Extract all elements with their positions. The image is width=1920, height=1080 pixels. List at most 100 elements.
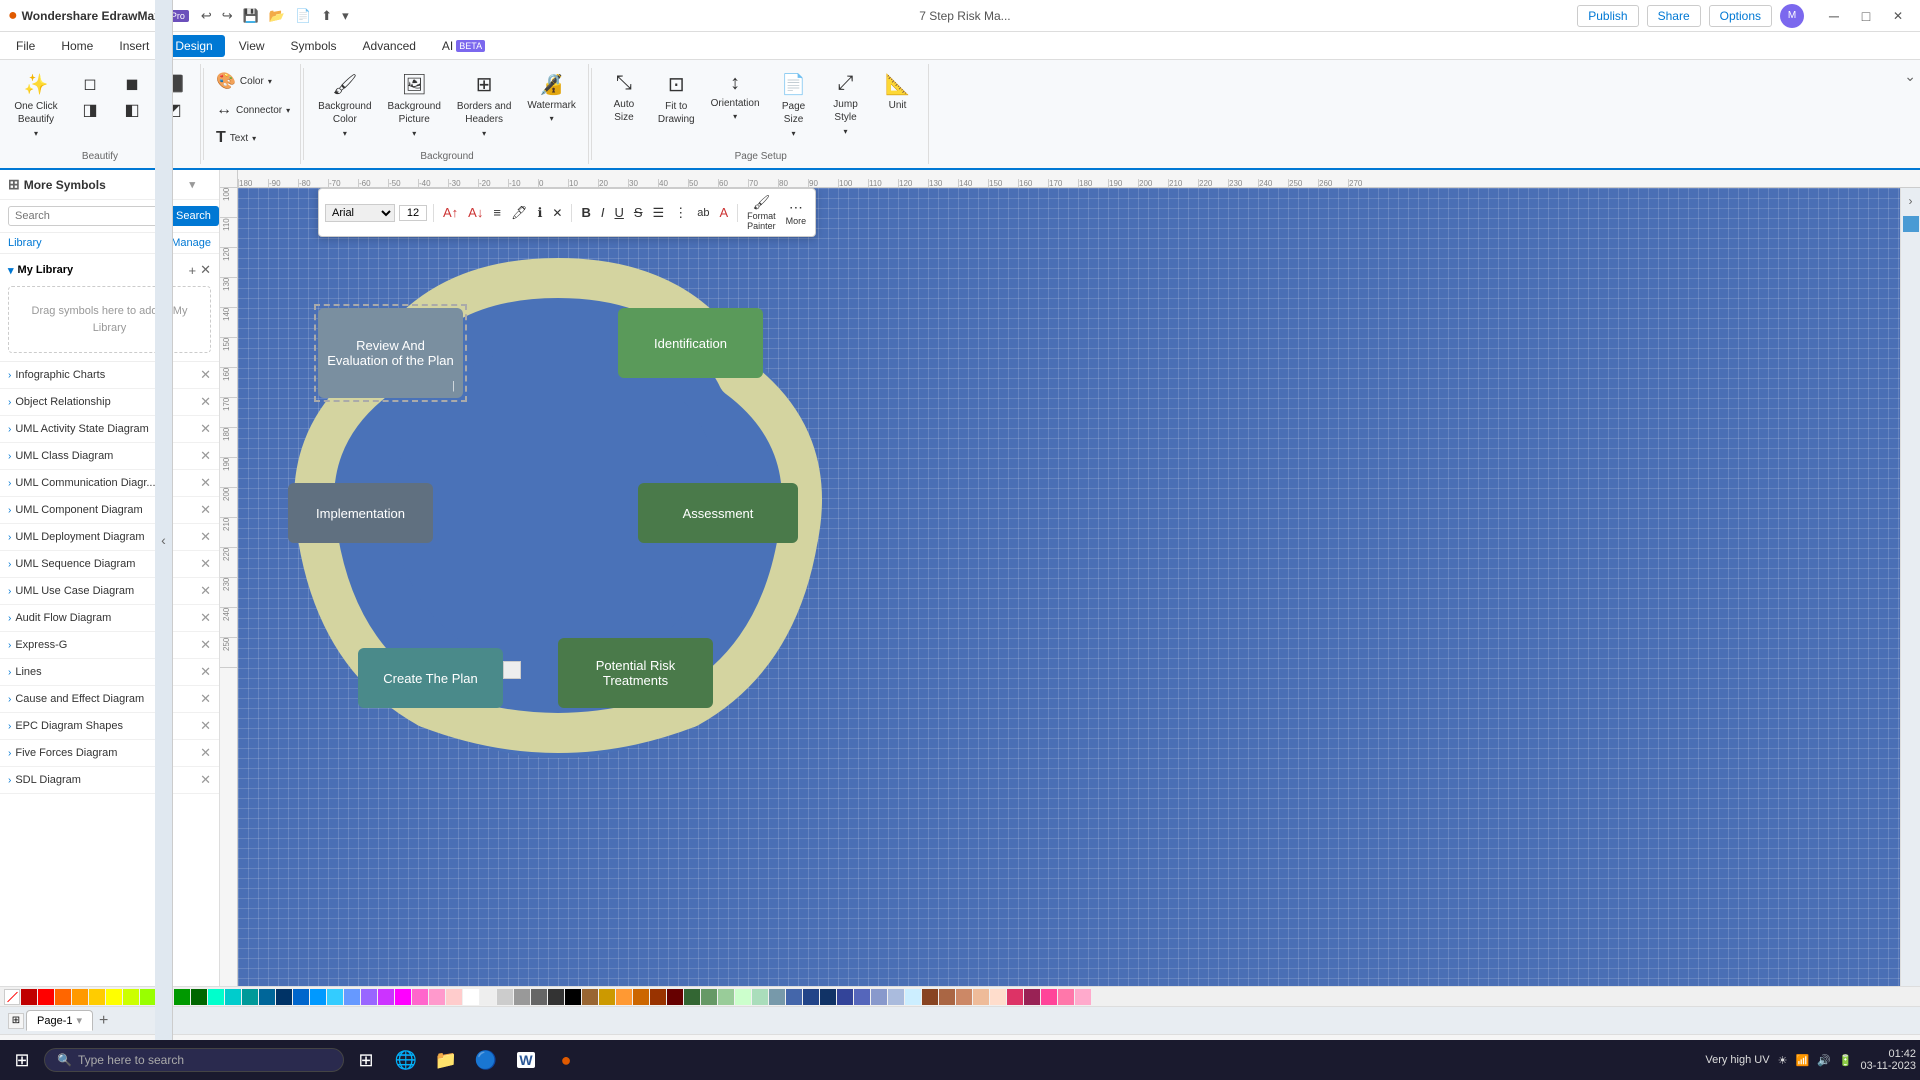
color-swatch[interactable] bbox=[616, 989, 632, 1005]
close-item-btn[interactable]: ✕ bbox=[200, 637, 211, 653]
shape-create-plan[interactable]: Create The Plan bbox=[358, 648, 503, 708]
list-item[interactable]: ›Express-G ✕ bbox=[0, 632, 219, 659]
background-color-button[interactable]: 🖌 BackgroundColor ▾ bbox=[312, 68, 377, 142]
publish-button[interactable]: Publish bbox=[1577, 5, 1638, 27]
open-button[interactable]: 📂 bbox=[265, 6, 289, 26]
color-swatch[interactable] bbox=[837, 989, 853, 1005]
close-button[interactable]: ✕ bbox=[1884, 6, 1912, 26]
my-lib-close-btn[interactable]: ✕ bbox=[200, 262, 211, 278]
color-swatch[interactable] bbox=[735, 989, 751, 1005]
my-lib-add-btn[interactable]: + bbox=[189, 262, 197, 278]
list-item[interactable]: ›UML Class Diagram ✕ bbox=[0, 443, 219, 470]
menu-insert[interactable]: Insert bbox=[107, 35, 161, 57]
one-click-beautify-button[interactable]: ✨ One ClickBeautify ▾ bbox=[6, 68, 66, 142]
close-item-btn[interactable]: ✕ bbox=[200, 394, 211, 410]
close-item-btn[interactable]: ✕ bbox=[200, 367, 211, 383]
font-size-input[interactable] bbox=[399, 205, 427, 221]
taskbar-edrawmax[interactable]: ● bbox=[548, 1042, 584, 1078]
close-item-btn[interactable]: ✕ bbox=[200, 529, 211, 545]
color-swatch[interactable] bbox=[803, 989, 819, 1005]
color-swatch[interactable] bbox=[123, 989, 139, 1005]
close-item-btn[interactable]: ✕ bbox=[200, 475, 211, 491]
connector-dropdown[interactable]: ↔ Connector ▾ bbox=[212, 98, 294, 122]
align-button[interactable]: ≡ bbox=[490, 203, 504, 222]
color-swatch[interactable] bbox=[225, 989, 241, 1005]
watermark-button[interactable]: 🔏 Watermark ▾ bbox=[521, 68, 582, 127]
close-item-btn[interactable]: ✕ bbox=[200, 664, 211, 680]
list-item[interactable]: ›Five Forces Diagram ✕ bbox=[0, 740, 219, 767]
unordered-list-button[interactable]: ⋮ bbox=[671, 203, 690, 223]
page-size-button[interactable]: 📄 PageSize ▾ bbox=[770, 68, 818, 142]
italic-button[interactable]: I bbox=[598, 203, 608, 222]
list-item[interactable]: ›UML Communication Diagr... ✕ bbox=[0, 470, 219, 497]
font-size-decrease[interactable]: A↓ bbox=[465, 203, 486, 222]
options-button[interactable]: Options bbox=[1709, 5, 1772, 27]
color-swatch[interactable] bbox=[412, 989, 428, 1005]
color-swatch[interactable] bbox=[1058, 989, 1074, 1005]
color-swatch[interactable] bbox=[922, 989, 938, 1005]
color-swatch[interactable] bbox=[650, 989, 666, 1005]
redo-button[interactable]: ↪ bbox=[218, 6, 237, 26]
color-swatch[interactable] bbox=[752, 989, 768, 1005]
color-swatch[interactable] bbox=[55, 989, 71, 1005]
shape-identification[interactable]: Identification bbox=[618, 308, 763, 378]
taskbar-explorer[interactable]: 📁 bbox=[428, 1042, 464, 1078]
taskbar-browser[interactable]: 🌐 bbox=[388, 1042, 424, 1078]
fit-to-drawing-button[interactable]: ⊡ Fit toDrawing bbox=[652, 68, 701, 130]
list-item[interactable]: ›Object Relationship ✕ bbox=[0, 389, 219, 416]
color-swatch[interactable] bbox=[378, 989, 394, 1005]
color-swatch[interactable] bbox=[1041, 989, 1057, 1005]
add-page-button[interactable]: + bbox=[95, 1012, 112, 1030]
color-swatch[interactable] bbox=[548, 989, 564, 1005]
list-item[interactable]: ›UML Use Case Diagram ✕ bbox=[0, 578, 219, 605]
list-item[interactable]: ›Cause and Effect Diagram ✕ bbox=[0, 686, 219, 713]
close-item-btn[interactable]: ✕ bbox=[200, 745, 211, 761]
font-color-button[interactable]: A bbox=[716, 203, 731, 222]
menu-home[interactable]: Home bbox=[49, 35, 105, 57]
color-swatch[interactable] bbox=[871, 989, 887, 1005]
color-swatch[interactable] bbox=[463, 989, 479, 1005]
auto-size-button[interactable]: ⤡ AutoSize bbox=[600, 68, 648, 128]
color-swatch[interactable] bbox=[973, 989, 989, 1005]
ordered-list-button[interactable]: ☰ bbox=[650, 203, 668, 223]
color-swatch[interactable] bbox=[888, 989, 904, 1005]
beautify-style5[interactable]: ◧ bbox=[112, 98, 152, 122]
panel-collapse-arrow[interactable]: ‹ bbox=[155, 170, 173, 986]
more-quick[interactable]: ▾ bbox=[338, 6, 353, 26]
beautify-style1[interactable]: ◻ bbox=[70, 72, 110, 96]
close-item-btn[interactable]: ✕ bbox=[200, 448, 211, 464]
color-swatch[interactable] bbox=[633, 989, 649, 1005]
close-item-btn[interactable]: ✕ bbox=[200, 718, 211, 734]
color-swatch[interactable] bbox=[242, 989, 258, 1005]
superscript-button[interactable]: ab bbox=[694, 205, 712, 221]
list-item[interactable]: ›Audit Flow Diagram ✕ bbox=[0, 605, 219, 632]
close-item-btn[interactable]: ✕ bbox=[200, 772, 211, 788]
color-swatch[interactable] bbox=[293, 989, 309, 1005]
list-item[interactable]: ›UML Sequence Diagram ✕ bbox=[0, 551, 219, 578]
list-item[interactable]: ›Lines ✕ bbox=[0, 659, 219, 686]
ribbon-collapse-button[interactable]: ⌄ bbox=[1904, 68, 1916, 85]
color-swatch[interactable] bbox=[854, 989, 870, 1005]
color-swatch[interactable] bbox=[395, 989, 411, 1005]
page-icon[interactable]: ⊞ bbox=[8, 1013, 24, 1029]
color-swatch[interactable] bbox=[514, 989, 530, 1005]
color-swatch[interactable] bbox=[582, 989, 598, 1005]
color-swatch[interactable] bbox=[72, 989, 88, 1005]
color-dropdown[interactable]: 🎨 Color ▾ bbox=[212, 68, 294, 94]
color-swatch[interactable] bbox=[497, 989, 513, 1005]
color-swatch[interactable] bbox=[599, 989, 615, 1005]
list-item[interactable]: ›UML Activity State Diagram ✕ bbox=[0, 416, 219, 443]
menu-file[interactable]: File bbox=[4, 35, 47, 57]
maximize-button[interactable]: □ bbox=[1852, 6, 1880, 26]
share-quick[interactable]: ⬆ bbox=[317, 6, 336, 26]
color-swatch[interactable] bbox=[446, 989, 462, 1005]
right-sidebar-expand[interactable]: › bbox=[1907, 192, 1915, 210]
list-item[interactable]: ›UML Deployment Diagram ✕ bbox=[0, 524, 219, 551]
library-link[interactable]: Library bbox=[8, 237, 162, 249]
menu-advanced[interactable]: Advanced bbox=[351, 35, 428, 57]
color-swatch[interactable] bbox=[684, 989, 700, 1005]
color-swatch[interactable] bbox=[310, 989, 326, 1005]
info-button[interactable]: ℹ bbox=[534, 203, 545, 223]
color-swatch[interactable] bbox=[939, 989, 955, 1005]
list-item[interactable]: ›Infographic Charts ✕ bbox=[0, 362, 219, 389]
